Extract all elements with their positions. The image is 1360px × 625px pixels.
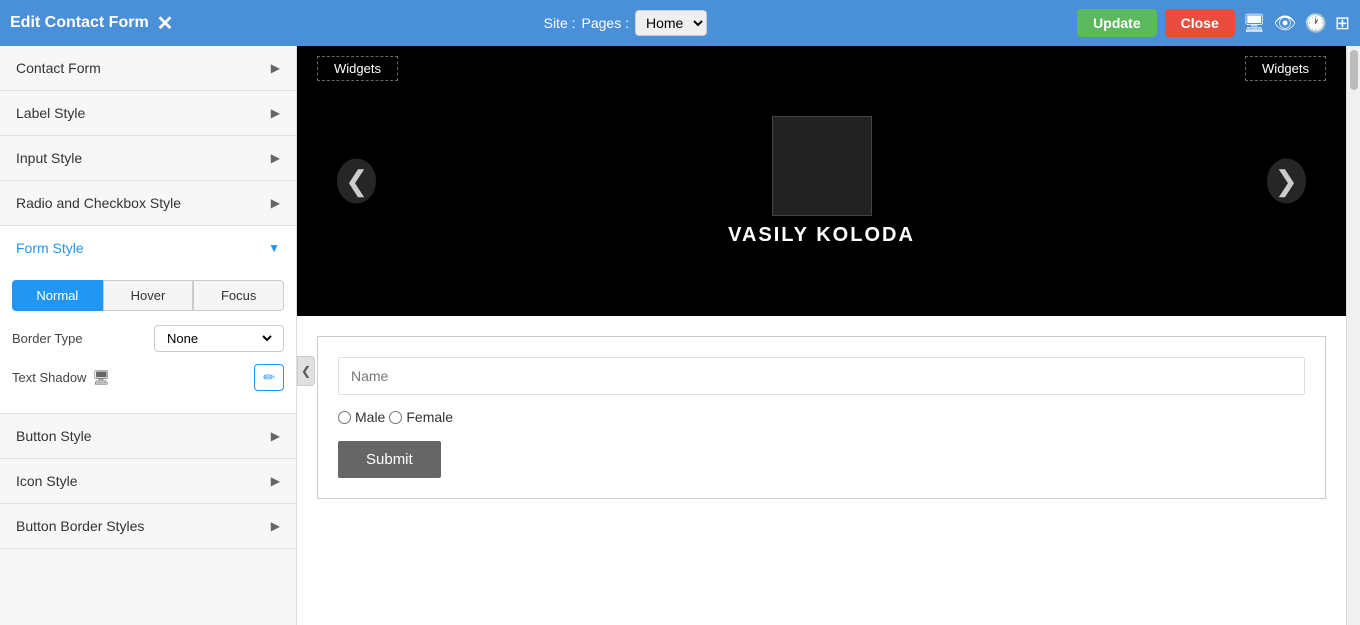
topbar-center: Site : Pages : Home xyxy=(544,10,707,36)
button-style-label: Button Style xyxy=(16,428,92,444)
carousel-content: VASILY KOLODA xyxy=(728,116,915,247)
submit-button[interactable]: Submit xyxy=(338,441,441,478)
sidebar-section-button-border: Button Border Styles ▶ xyxy=(0,504,296,549)
tab-focus[interactable]: Focus xyxy=(193,280,284,311)
border-type-select-wrapper: None Solid Dashed Dotted Double xyxy=(154,325,284,352)
close-button[interactable]: Close xyxy=(1165,9,1235,37)
topbar-close-button[interactable]: ✕ xyxy=(157,11,174,36)
tab-normal[interactable]: Normal xyxy=(12,280,103,311)
sidebar-section-contact-form: Contact Form ▶ xyxy=(0,46,296,91)
form-style-label: Form Style xyxy=(16,240,84,256)
sidebar-section-input-style: Input Style ▶ xyxy=(0,136,296,181)
sidebar-section-button-style: Button Style ▶ xyxy=(0,414,296,459)
update-button[interactable]: Update xyxy=(1077,9,1156,37)
carousel-prev-button[interactable]: ❮ xyxy=(337,159,376,204)
desktop-icon[interactable]: 🖥 xyxy=(1243,13,1266,34)
input-style-label: Input Style xyxy=(16,150,82,166)
radio-group: Male Female xyxy=(338,409,1305,425)
contact-form-area: Male Female Submit xyxy=(317,336,1326,499)
female-label: Female xyxy=(406,409,453,425)
border-type-label: Border Type xyxy=(12,331,83,346)
sidebar: Contact Form ▶ Label Style ▶ Input Style… xyxy=(0,46,297,625)
collapse-handle[interactable]: ❮ xyxy=(297,356,315,386)
text-shadow-row: Text Shadow 🖥 ✏ xyxy=(12,364,284,391)
radio-checkbox-chevron: ▶ xyxy=(271,196,280,210)
sidebar-section-form-style: Form Style ▼ Normal Hover Focus Border T… xyxy=(0,226,296,414)
canvas-area: ❮ Widgets Widgets ❮ ❯ VASILY KOLODA Male… xyxy=(297,46,1346,625)
sidebar-section-form-style-header[interactable]: Form Style ▼ xyxy=(0,226,296,270)
carousel-name: VASILY KOLODA xyxy=(728,224,915,247)
form-style-content: Normal Hover Focus Border Type None Soli… xyxy=(0,270,296,413)
label-style-label: Label Style xyxy=(16,105,85,121)
input-style-chevron: ▶ xyxy=(271,151,280,165)
state-tabs: Normal Hover Focus xyxy=(12,280,284,311)
widgets-label-left: Widgets xyxy=(317,56,398,81)
sidebar-section-contact-form-header[interactable]: Contact Form ▶ xyxy=(0,46,296,90)
sidebar-section-icon-style-header[interactable]: Icon Style ▶ xyxy=(0,459,296,503)
female-radio[interactable] xyxy=(389,411,402,424)
scroll-thumb xyxy=(1350,50,1358,90)
monitor-icon: 🖥 xyxy=(92,369,110,386)
pages-label: Pages : xyxy=(582,15,629,31)
radio-checkbox-label: Radio and Checkbox Style xyxy=(16,195,181,211)
carousel-next-button[interactable]: ❯ xyxy=(1267,159,1306,204)
carousel-area: Widgets Widgets ❮ ❯ VASILY KOLODA xyxy=(297,46,1346,316)
carousel-image xyxy=(772,116,872,216)
eye-icon[interactable]: 👁 xyxy=(1274,13,1297,34)
main-layout: Contact Form ▶ Label Style ▶ Input Style… xyxy=(0,46,1360,625)
sidebar-section-button-border-header[interactable]: Button Border Styles ▶ xyxy=(0,504,296,548)
text-shadow-label: Text Shadow 🖥 xyxy=(12,369,110,386)
topbar-right: Update Close 🖥 👁 🕐 ⊞ xyxy=(1077,9,1350,37)
button-style-chevron: ▶ xyxy=(271,429,280,443)
structure-icon[interactable]: ⊞ xyxy=(1335,13,1350,34)
name-input[interactable] xyxy=(338,357,1305,395)
border-type-select[interactable]: None Solid Dashed Dotted Double xyxy=(163,330,275,347)
icon-style-label: Icon Style xyxy=(16,473,77,489)
icon-style-chevron: ▶ xyxy=(271,474,280,488)
button-border-chevron: ▶ xyxy=(271,519,280,533)
topbar-left: Edit Contact Form ✕ xyxy=(10,11,173,36)
sidebar-section-label-style-header[interactable]: Label Style ▶ xyxy=(0,91,296,135)
border-type-row: Border Type None Solid Dashed Dotted Dou… xyxy=(12,325,284,352)
sidebar-section-icon-style: Icon Style ▶ xyxy=(0,459,296,504)
pages-select[interactable]: Home xyxy=(635,10,707,36)
text-shadow-pencil-button[interactable]: ✏ xyxy=(254,364,284,391)
editor-title: Edit Contact Form xyxy=(10,14,149,32)
right-scrollbar xyxy=(1346,46,1360,625)
site-label: Site : xyxy=(544,15,576,31)
sidebar-section-radio-checkbox-header[interactable]: Radio and Checkbox Style ▶ xyxy=(0,181,296,225)
male-radio[interactable] xyxy=(338,411,351,424)
label-style-chevron: ▶ xyxy=(271,106,280,120)
button-border-label: Button Border Styles xyxy=(16,518,144,534)
tab-hover[interactable]: Hover xyxy=(103,280,194,311)
contact-form-chevron: ▶ xyxy=(271,61,280,75)
sidebar-section-button-style-header[interactable]: Button Style ▶ xyxy=(0,414,296,458)
widgets-label-right: Widgets xyxy=(1245,56,1326,81)
sidebar-section-radio-checkbox: Radio and Checkbox Style ▶ xyxy=(0,181,296,226)
contact-form-label: Contact Form xyxy=(16,60,101,76)
male-label: Male xyxy=(355,409,385,425)
history-icon[interactable]: 🕐 xyxy=(1304,13,1326,34)
topbar: Edit Contact Form ✕ Site : Pages : Home … xyxy=(0,0,1360,46)
sidebar-section-label-style: Label Style ▶ xyxy=(0,91,296,136)
sidebar-section-input-style-header[interactable]: Input Style ▶ xyxy=(0,136,296,180)
form-style-chevron: ▼ xyxy=(268,241,280,255)
